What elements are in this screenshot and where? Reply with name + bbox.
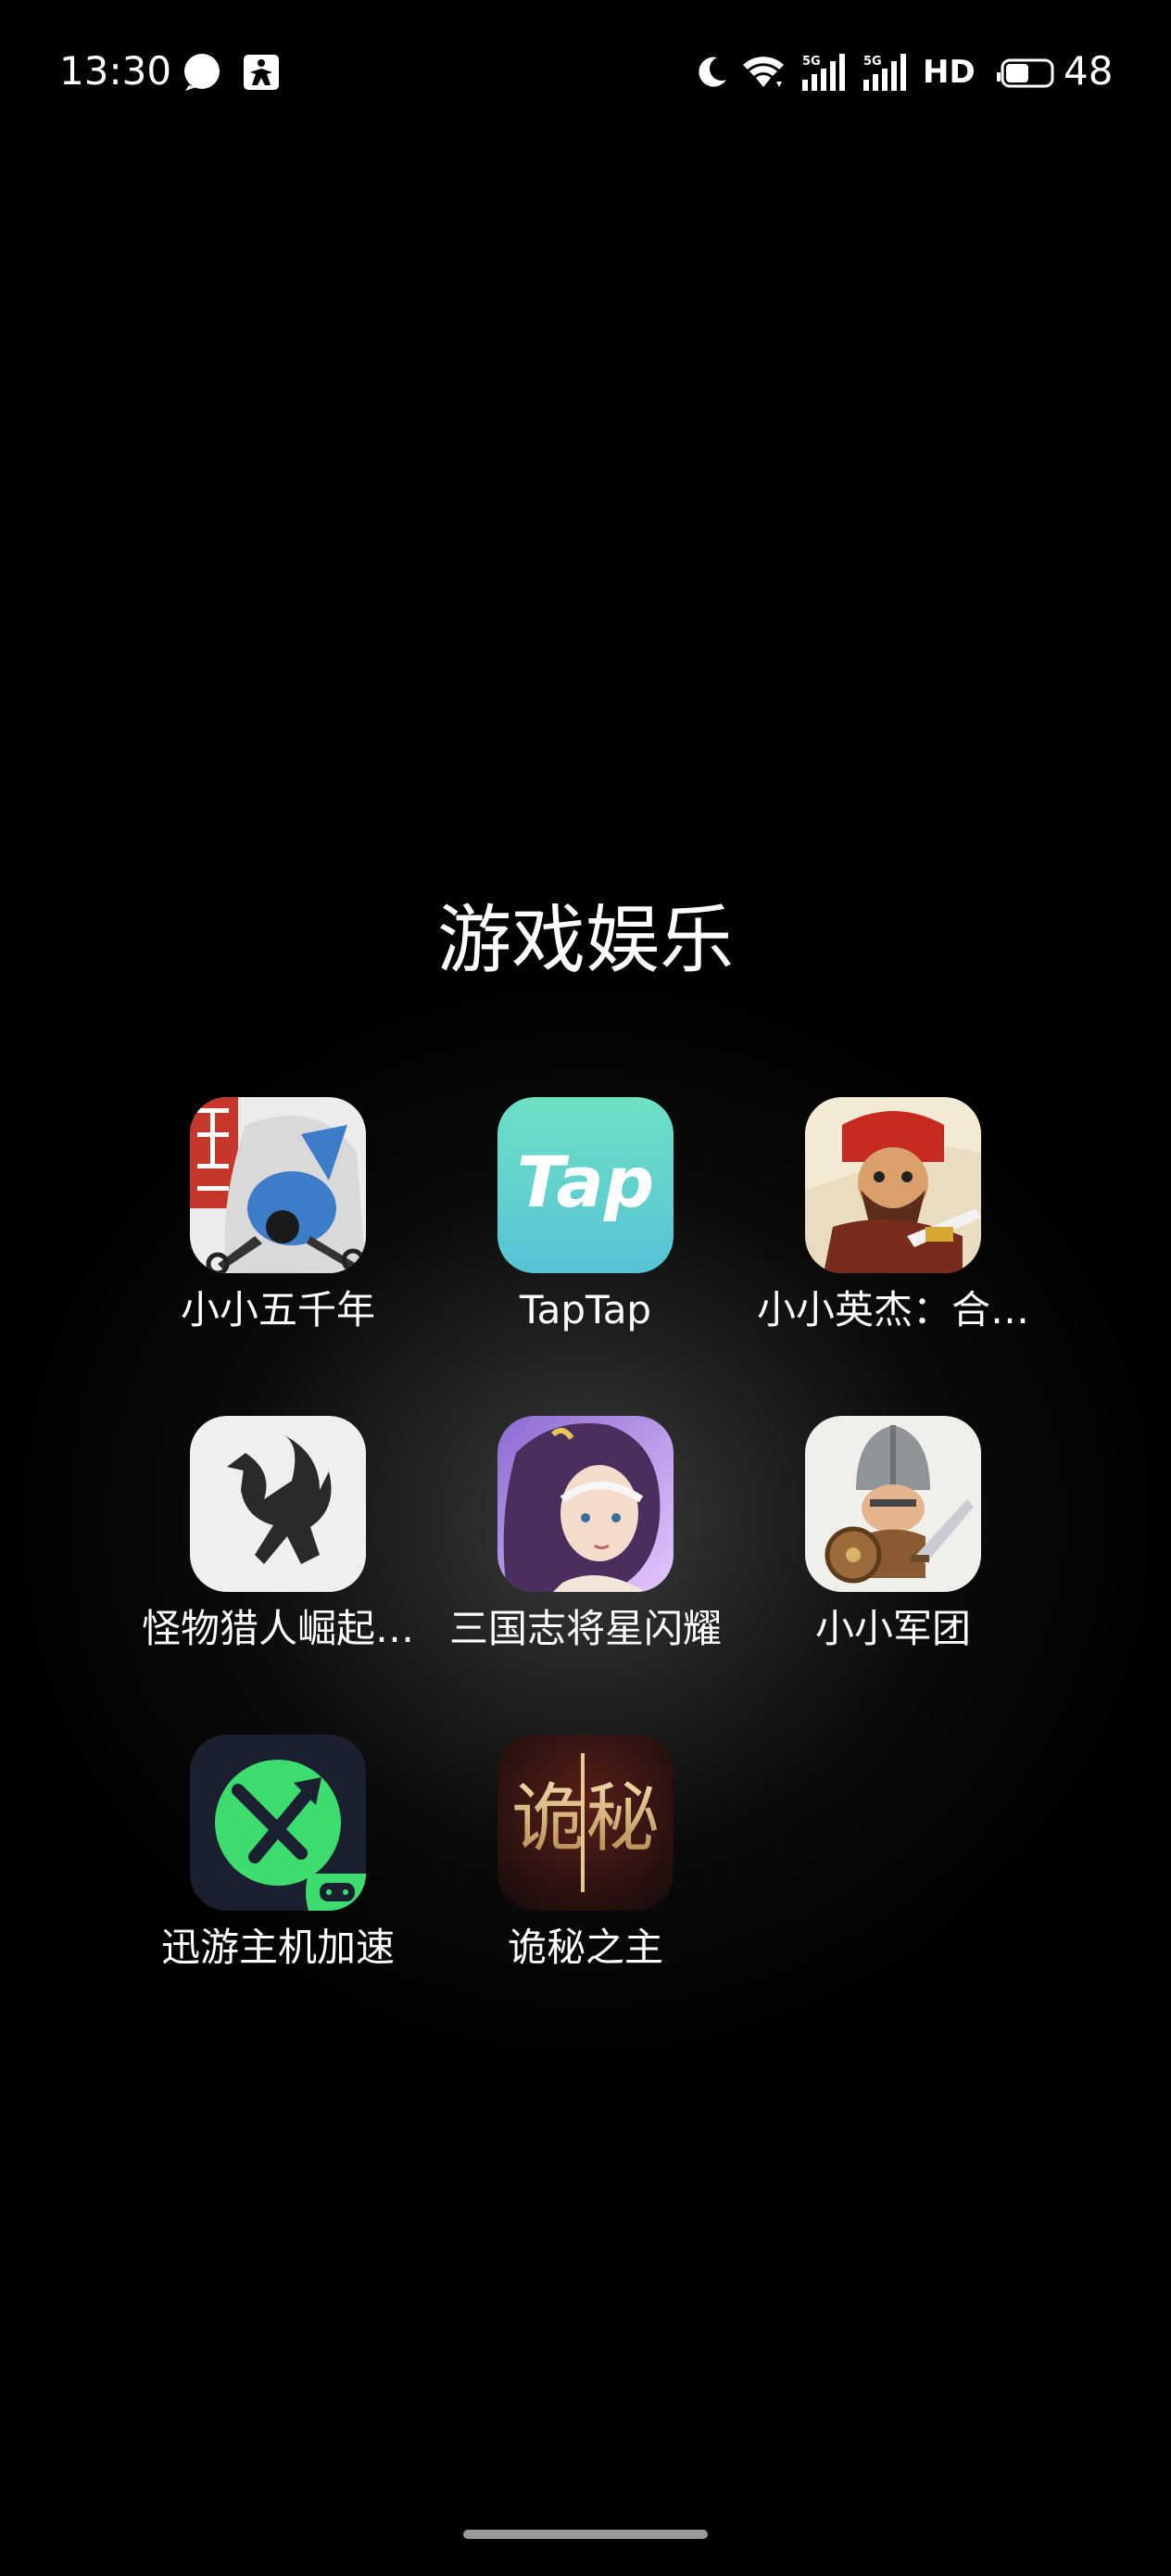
app-notification-icon [244, 55, 279, 90]
xiaoxiao-juntuan-icon[interactable] [805, 1416, 981, 1592]
battery-level: 48 [1064, 48, 1114, 94]
app-xiaoxiao-yingjie[interactable]: 小小英杰：合… [740, 1097, 1046, 1366]
app-xunyou[interactable]: 迅游主机加速 [125, 1735, 431, 2003]
guimi-logo-text: 诡秘 [511, 1775, 660, 1862]
battery-icon [997, 58, 1054, 88]
app-label: 小小英杰：合… [756, 1287, 1029, 1332]
status-time: 13:30 [59, 48, 172, 94]
app-xiaoxiao-juntuan[interactable]: 小小军团 [740, 1416, 1046, 1685]
guimi-zhizhu-icon[interactable]: 诡秘 [497, 1735, 674, 1911]
app-label: 怪物猎人崛起… [141, 1606, 414, 1651]
moon-icon [699, 57, 726, 87]
taptap-icon[interactable]: Tap [497, 1097, 674, 1273]
signal-5g-label: 5G [863, 55, 882, 69]
app-xiaoxiao-wuqiannian[interactable]: 小小五千年 [125, 1097, 431, 1366]
app-label: 诡秘之主 [507, 1925, 663, 1970]
signal-5g-icon: 5G [802, 54, 845, 91]
app-sanguozhi[interactable]: 三国志将星闪耀 [433, 1416, 738, 1685]
monster-hunter-icon[interactable] [190, 1416, 366, 1592]
app-taptap[interactable]: Tap TapTap [433, 1097, 738, 1366]
signal-5g-icon: 5G [863, 54, 906, 91]
xunyou-icon[interactable] [190, 1735, 366, 1911]
hd-icon: HD [923, 54, 976, 91]
xiaoxiao-yingjie-icon[interactable] [805, 1097, 981, 1273]
app-label: 小小军团 [814, 1606, 971, 1651]
app-label: TapTap [519, 1287, 652, 1332]
app-guimi-zhizhu[interactable]: 诡秘 诡秘之主 [433, 1735, 738, 2003]
home-gesture-handle[interactable] [463, 2530, 708, 2539]
xiaoxiao-wuqiannian-icon[interactable] [190, 1097, 366, 1273]
taptap-logo-text: Tap [517, 1141, 655, 1223]
wifi-icon [743, 57, 784, 87]
signal-5g-label: 5G [802, 55, 821, 69]
status-bar: 13:30 5G 5G HD 48 [0, 0, 1171, 139]
app-label: 迅游主机加速 [160, 1925, 395, 1970]
app-monster-hunter[interactable]: 怪物猎人崛起… [125, 1416, 431, 1685]
chat-bubble-icon [184, 54, 220, 91]
sanguozhi-icon[interactable] [497, 1416, 674, 1592]
app-label: 小小五千年 [180, 1287, 375, 1332]
folder-title[interactable]: 游戏娱乐 [0, 894, 1171, 987]
app-label: 三国志将星闪耀 [448, 1606, 722, 1651]
